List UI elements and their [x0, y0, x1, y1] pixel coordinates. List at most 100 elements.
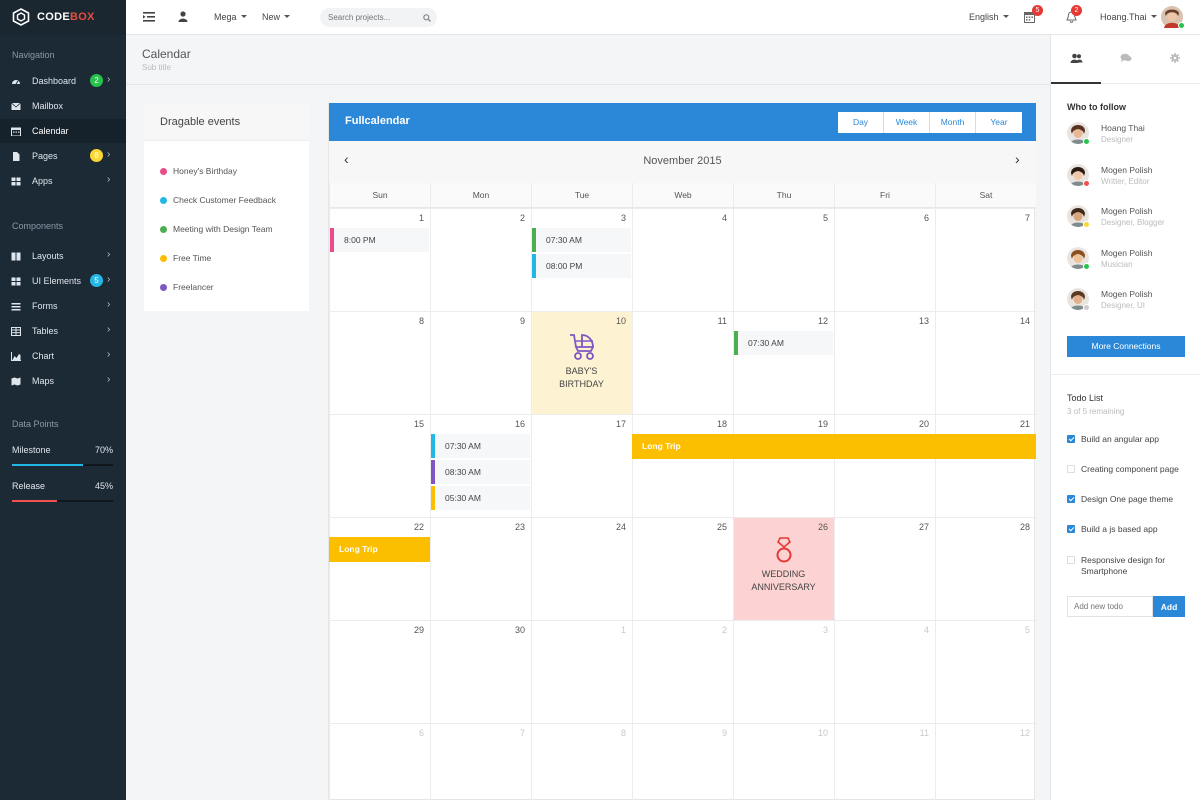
wedding-anniversary-event[interactable]: WEDDING ANNIVERSARY: [733, 536, 834, 594]
sidebar-item-calendar[interactable]: Calendar: [0, 119, 126, 143]
sidebar-item-apps[interactable]: Apps ›: [0, 169, 126, 193]
next-month-icon[interactable]: ›: [1015, 151, 1020, 167]
sidebar-item-pages[interactable]: Pages 8 ›: [0, 144, 126, 168]
day-cell[interactable]: 11: [632, 311, 733, 414]
day-cell[interactable]: 1: [329, 208, 430, 311]
day-cell[interactable]: 2: [632, 620, 733, 723]
day-cell[interactable]: 25: [632, 517, 733, 620]
view-day-button[interactable]: Day: [838, 112, 884, 133]
day-cell[interactable]: 5: [733, 208, 834, 311]
day-cell[interactable]: 11: [834, 723, 935, 800]
calendar-event[interactable]: 8:00 PM: [330, 228, 429, 252]
todo-checkbox[interactable]: [1067, 556, 1075, 564]
day-cell[interactable]: 12: [733, 311, 834, 414]
calendar-event[interactable]: 07:30 AM: [532, 228, 631, 252]
sidebar-item-label: Tables: [32, 326, 59, 336]
day-cell[interactable]: 2: [430, 208, 531, 311]
add-todo-button[interactable]: Add: [1153, 596, 1185, 617]
day-cell[interactable]: 22: [329, 517, 430, 620]
tab-settings[interactable]: [1151, 35, 1200, 84]
day-cell[interactable]: 10: [733, 723, 834, 800]
day-cell[interactable]: 4: [834, 620, 935, 723]
day-number: 9: [721, 728, 727, 738]
day-cell[interactable]: 18: [632, 414, 733, 517]
event-color-dot: [160, 284, 167, 291]
view-week-button[interactable]: Week: [884, 112, 930, 133]
calendar-event[interactable]: 08:00 PM: [532, 254, 631, 278]
day-cell[interactable]: 6: [834, 208, 935, 311]
todo-checkbox[interactable]: [1067, 525, 1075, 533]
view-month-button[interactable]: Month: [930, 112, 976, 133]
sidebar-item-maps[interactable]: Maps ›: [0, 369, 126, 393]
day-cell[interactable]: 29: [329, 620, 430, 723]
day-cell[interactable]: 6: [329, 723, 430, 800]
day-cell[interactable]: 19: [733, 414, 834, 517]
new-menu[interactable]: New: [262, 12, 291, 22]
user-icon[interactable]: [178, 11, 188, 22]
more-connections-button[interactable]: More Connections: [1067, 336, 1185, 357]
day-cell[interactable]: 23: [430, 517, 531, 620]
calendar-event[interactable]: 07:30 AM: [734, 331, 833, 355]
search-icon[interactable]: [423, 14, 431, 22]
day-cell[interactable]: 4: [632, 208, 733, 311]
day-cell[interactable]: 8: [329, 311, 430, 414]
todo-checkbox[interactable]: [1067, 495, 1075, 503]
mega-menu[interactable]: Mega: [214, 12, 247, 22]
long-trip-event[interactable]: Long Trip: [329, 537, 430, 562]
todo-checkbox[interactable]: [1067, 465, 1075, 473]
day-cell[interactable]: 14: [935, 311, 1036, 414]
menu-toggle-icon[interactable]: [143, 12, 155, 22]
tab-chat[interactable]: [1101, 35, 1151, 84]
day-cell[interactable]: 24: [531, 517, 632, 620]
logo[interactable]: CODEBOX: [0, 0, 126, 35]
day-cell[interactable]: 27: [834, 517, 935, 620]
day-cell[interactable]: 7: [430, 723, 531, 800]
follow-person[interactable]: Hoang Thai Designer: [1067, 122, 1197, 156]
day-cell[interactable]: 13: [834, 311, 935, 414]
long-trip-event[interactable]: Long Trip: [632, 434, 1036, 459]
day-cell[interactable]: 8: [531, 723, 632, 800]
day-cell[interactable]: 20: [834, 414, 935, 517]
follow-person[interactable]: Mogen Polish Designer, UI: [1067, 288, 1197, 322]
day-cell[interactable]: 21: [935, 414, 1036, 517]
search-input[interactable]: [320, 8, 437, 27]
day-cell[interactable]: 5: [935, 620, 1036, 723]
day-cell[interactable]: 15: [329, 414, 430, 517]
day-cell[interactable]: 3: [733, 620, 834, 723]
release-value: 45%: [94, 481, 113, 491]
day-number: 5: [1024, 625, 1030, 635]
sidebar-item-layouts[interactable]: Layouts ›: [0, 244, 126, 268]
day-cell[interactable]: 7: [935, 208, 1036, 311]
gear-icon: [1170, 53, 1180, 63]
calendar-event[interactable]: 08:30 AM: [431, 460, 530, 484]
tab-people[interactable]: [1051, 35, 1101, 84]
day-cell[interactable]: 30: [430, 620, 531, 723]
sidebar-item-dashboard[interactable]: Dashboard 2 ›: [0, 69, 126, 93]
day-cell[interactable]: 1: [531, 620, 632, 723]
language-menu[interactable]: English: [969, 12, 1009, 22]
sidebar-item-forms[interactable]: Forms ›: [0, 294, 126, 318]
day-cell[interactable]: 12: [935, 723, 1036, 800]
day-cell[interactable]: 9: [632, 723, 733, 800]
follow-person[interactable]: Mogen Polish Writter, Editor: [1067, 163, 1197, 198]
sidebar-item-tables[interactable]: Tables ›: [0, 319, 126, 343]
day-cell[interactable]: 17: [531, 414, 632, 517]
follow-person[interactable]: Mogen Polish Musician: [1067, 246, 1197, 281]
day-cell[interactable]: 28: [935, 517, 1036, 620]
view-year-button[interactable]: Year: [976, 112, 1022, 133]
baby-birthday-event[interactable]: BABY'S BIRTHDAY: [531, 331, 632, 391]
todo-checkbox[interactable]: [1067, 435, 1075, 443]
sidebar-item-chart[interactable]: Chart ›: [0, 344, 126, 368]
add-todo-input[interactable]: [1067, 596, 1153, 617]
divider: [1051, 374, 1200, 375]
calendar-event[interactable]: 07:30 AM: [431, 434, 530, 458]
person-name: Mogen Polish: [1101, 164, 1153, 175]
user-menu[interactable]: Hoang.Thai: [1100, 12, 1157, 22]
follow-person[interactable]: Mogen Polish Designer, Blogger: [1067, 205, 1197, 239]
day-number: 9: [519, 316, 525, 326]
chevron-right-icon: ›: [107, 274, 111, 285]
calendar-event[interactable]: 05:30 AM: [431, 486, 530, 510]
sidebar-item-ui-elements[interactable]: UI Elements 5 ›: [0, 269, 126, 293]
sidebar-item-mailbox[interactable]: Mailbox: [0, 94, 126, 118]
day-cell[interactable]: 9: [430, 311, 531, 414]
